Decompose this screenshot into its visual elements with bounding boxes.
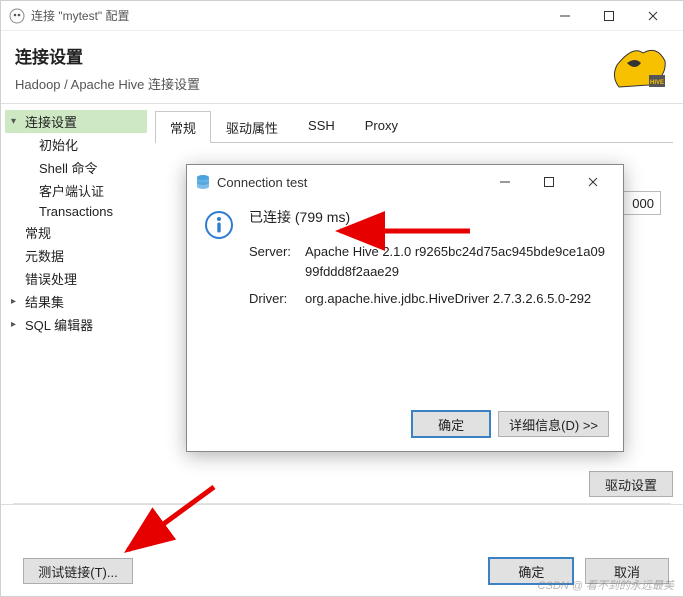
tree-item-general[interactable]: 常规 xyxy=(5,221,147,244)
minimize-button[interactable] xyxy=(543,1,587,31)
driver-settings-button[interactable]: 驱动设置 xyxy=(589,471,673,497)
tree-item-transactions[interactable]: Transactions xyxy=(5,202,147,221)
svg-text:HIVE: HIVE xyxy=(650,80,664,86)
tab-proxy[interactable]: Proxy xyxy=(350,111,413,143)
close-button[interactable] xyxy=(631,1,675,31)
connection-test-dialog: Connection test 已连接 (799 ms) Server: Apa… xyxy=(186,164,624,452)
dialog-title: Connection test xyxy=(217,175,483,190)
nav-tree: ▾连接设置 初始化 Shell 命令 客户端认证 Transactions 常规… xyxy=(1,104,151,503)
chevron-right-icon: ▸ xyxy=(11,296,23,307)
tree-item-metadata[interactable]: 元数据 xyxy=(5,244,147,267)
hive-logo-icon: HIVE xyxy=(613,43,669,95)
test-connection-button[interactable]: 测试链接(T)... xyxy=(23,558,133,584)
chevron-right-icon: ▸ xyxy=(11,319,23,330)
server-label: Server: xyxy=(249,242,305,281)
dialog-details-button[interactable]: 详细信息(D) >> xyxy=(498,411,609,437)
chevron-down-icon: ▾ xyxy=(11,116,23,127)
info-icon xyxy=(203,209,235,241)
dialog-close-button[interactable] xyxy=(571,166,615,198)
tab-ssh[interactable]: SSH xyxy=(293,111,350,143)
server-value: Apache Hive 2.1.0 r9265bc24d75ac945bde9c… xyxy=(305,242,607,281)
header: 连接设置 Hadoop / Apache Hive 连接设置 HIVE xyxy=(1,31,683,103)
app-icon xyxy=(9,8,25,24)
maximize-button[interactable] xyxy=(587,1,631,31)
tree-item-connection-settings[interactable]: ▾连接设置 xyxy=(5,110,147,133)
driver-label: Driver: xyxy=(249,289,305,309)
database-icon xyxy=(195,174,211,190)
dialog-titlebar: Connection test xyxy=(187,165,623,199)
tree-item-error-handling[interactable]: 错误处理 xyxy=(5,267,147,290)
tab-driver-props[interactable]: 驱动属性 xyxy=(211,111,293,143)
titlebar: 连接 "mytest" 配置 xyxy=(1,1,683,31)
driver-value: org.apache.hive.jdbc.HiveDriver 2.7.3.2.… xyxy=(305,289,607,309)
watermark: CSDN @ 看不到的永远最美 xyxy=(538,577,674,593)
tree-item-init[interactable]: 初始化 xyxy=(5,133,147,156)
connection-status-message: 已连接 (799 ms) xyxy=(249,207,607,228)
tree-item-resultset[interactable]: ▸结果集 xyxy=(5,290,147,313)
tabbar: 常规 驱动属性 SSH Proxy xyxy=(155,110,673,143)
dialog-maximize-button[interactable] xyxy=(527,166,571,198)
tree-item-client-auth[interactable]: 客户端认证 xyxy=(5,179,147,202)
page-title: 连接设置 xyxy=(15,43,613,68)
page-subtitle: Hadoop / Apache Hive 连接设置 xyxy=(15,74,613,93)
dialog-minimize-button[interactable] xyxy=(483,166,527,198)
dialog-ok-button[interactable]: 确定 xyxy=(412,411,490,437)
tab-general[interactable]: 常规 xyxy=(155,111,211,143)
tree-item-sql-editor[interactable]: ▸SQL 编辑器 xyxy=(5,313,147,336)
tree-item-shell[interactable]: Shell 命令 xyxy=(5,156,147,179)
window-title: 连接 "mytest" 配置 xyxy=(31,7,543,24)
